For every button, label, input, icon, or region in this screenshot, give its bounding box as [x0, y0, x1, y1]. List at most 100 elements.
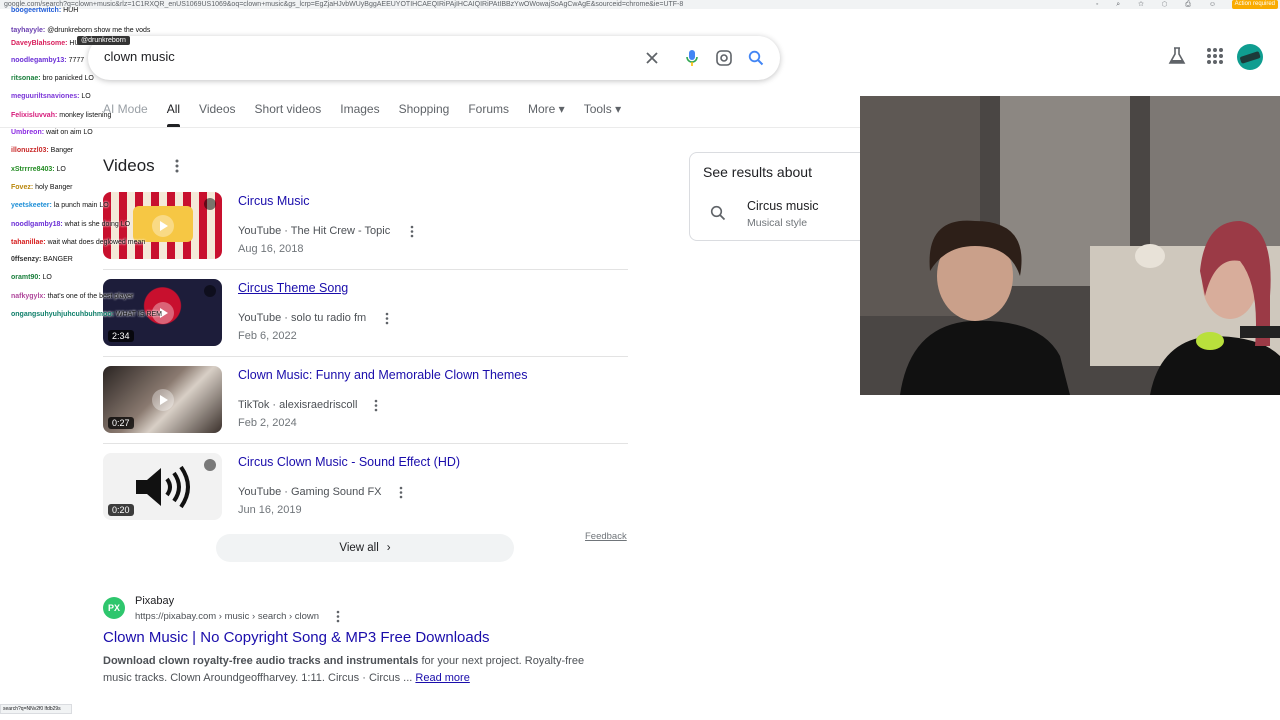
chat-username: boogeertwitch: [11, 7, 62, 14]
stream-chat-overlay: boogeertwitch: HUH tayhayyle: @drunkrebor… [0, 0, 170, 330]
result-snippet: Download clown royalty-free audio tracks… [103, 653, 613, 687]
chat-message: boogeertwitch: HUH [11, 7, 78, 14]
view-all-label: View all [339, 542, 379, 554]
chat-text: bro panicked LO [40, 75, 94, 82]
video-title[interactable]: Circus Music [238, 194, 310, 208]
tab-forums[interactable]: Forums [468, 102, 509, 128]
more-options-icon[interactable] [373, 399, 379, 412]
webcam-scene [860, 96, 1280, 395]
video-thumbnail[interactable]: 0:27 [103, 366, 222, 433]
chat-username: xStrrrre8403: [11, 166, 55, 173]
divider [103, 443, 628, 444]
search-tabs: AI Mode All Videos Short videos Images S… [103, 102, 640, 128]
chat-message: nafkygylx: that's one of the best player [11, 293, 133, 300]
chat-message: oramt90: LO [11, 274, 52, 281]
lens-icon[interactable] [712, 46, 736, 70]
chat-text: WHAT IS REM [114, 311, 163, 318]
see-results-about-panel: See results about Circus music Musical s… [689, 152, 879, 241]
chat-text: LO [40, 274, 52, 281]
chat-message: Fovez: holy Banger [11, 184, 72, 191]
chat-message: ongangsuhyuhjuhcuhbuhmoo: WHAT IS REM [11, 311, 162, 318]
chat-username: ritsonae: [11, 75, 41, 82]
read-more-link[interactable]: Read more [415, 672, 469, 684]
more-options-icon[interactable] [398, 486, 404, 499]
tab-videos[interactable]: Videos [199, 102, 235, 128]
clear-icon[interactable] [640, 46, 664, 70]
panel-item-title[interactable]: Circus music [747, 199, 819, 213]
snippet-bold: Download clown royalty-free audio tracks… [103, 655, 419, 667]
mic-icon[interactable] [680, 46, 704, 70]
video-duration: 0:27 [108, 417, 134, 429]
tab-more-label: More [527, 102, 556, 116]
apps-grid-icon[interactable] [1205, 46, 1225, 66]
chat-username: ongangsuhyuhjuhcuhbuhmoo: [11, 311, 115, 318]
chat-text: what is she doing LO [62, 221, 131, 228]
chat-username: tahanillae: [11, 239, 46, 246]
chat-message: illonuzzl03: Banger [11, 147, 73, 154]
chat-text: monkey listening [57, 112, 112, 119]
video-title[interactable]: Circus Clown Music - Sound Effect (HD) [238, 455, 460, 469]
tab-tools-label: Tools [583, 102, 612, 116]
feedback-link[interactable]: Feedback [585, 531, 627, 542]
video-title[interactable]: Clown Music: Funny and Memorable Clown T… [238, 368, 527, 382]
video-source: YouTube · solo tu radio fm [238, 312, 367, 324]
video-thumbnail[interactable]: 0:20 [103, 453, 222, 520]
video-source: YouTube · Gaming Sound FX [238, 486, 382, 498]
chat-text: LO [54, 166, 66, 173]
video-result[interactable]: 0:27 Clown Music: Funny and Memorable Cl… [103, 366, 628, 453]
chat-username: tayhayyle: [11, 27, 46, 34]
video-title[interactable]: Circus Theme Song [238, 281, 348, 295]
search-icon [710, 205, 726, 221]
chat-message: noodlgamby18: what is she doing LO [11, 221, 130, 228]
video-result[interactable]: Circus Music YouTube · The Hit Crew - To… [103, 192, 628, 279]
more-options-icon[interactable] [335, 610, 341, 623]
chat-username: nafkygylx: [11, 293, 46, 300]
video-source: YouTube · The Hit Crew - Topic [238, 225, 391, 237]
tab-tools[interactable]: Tools ▾ [584, 102, 621, 128]
tab-short-videos[interactable]: Short videos [255, 102, 322, 128]
chat-message: yeetskeeter: la punch main LO [11, 202, 109, 209]
video-date: Feb 6, 2022 [238, 330, 297, 342]
browser-url-bar[interactable]: google.com/search?q=clown+music&rlz=1C1R… [0, 0, 1280, 9]
search-box[interactable]: clown music [88, 36, 780, 80]
chat-username: Umbreon: [11, 129, 45, 136]
chat-text: BANGER [41, 256, 73, 263]
play-icon[interactable] [151, 388, 174, 411]
more-options-icon[interactable] [172, 158, 182, 174]
chat-message: Felixisluvvah: monkey listening [11, 112, 111, 119]
site-favicon[interactable]: PX [103, 597, 125, 619]
chat-username: noodlgamby18: [11, 221, 63, 228]
more-options-icon[interactable] [384, 312, 390, 325]
divider [103, 269, 628, 270]
status-bar: search?q=NNv2f0 lfdb29s [0, 704, 72, 714]
expand-icon[interactable] [204, 285, 216, 297]
result-url[interactable]: https://pixabay.com › music › search › c… [135, 611, 319, 622]
tab-more[interactable]: More ▾ [528, 102, 565, 128]
chat-username: meguuriltsnaviones: [11, 93, 80, 100]
view-all-button[interactable]: View all › [216, 534, 514, 562]
video-result[interactable]: 0:20 Circus Clown Music - Sound Effect (… [103, 453, 628, 540]
chevron-right-icon: › [386, 542, 391, 554]
chat-text: LO [79, 93, 91, 100]
expand-icon[interactable] [204, 459, 216, 471]
chat-username: DaveyBlahsome: [11, 40, 68, 47]
speaker-icon [136, 465, 190, 509]
toolbar-icons[interactable]: ◦ ⌕ ☆ ⬡ ⎙ ☺ [1096, 0, 1224, 9]
video-result[interactable]: 2:34 Circus Theme Song YouTube · solo tu… [103, 279, 628, 366]
more-options-icon[interactable] [409, 225, 415, 238]
tab-images[interactable]: Images [340, 102, 379, 128]
chevron-down-icon: ▾ [615, 102, 622, 116]
tab-shopping[interactable]: Shopping [399, 102, 450, 128]
labs-flask-icon[interactable] [1166, 45, 1188, 67]
result-title[interactable]: Clown Music | No Copyright Song & MP3 Fr… [103, 629, 490, 646]
chat-text: la punch main LO [51, 202, 109, 209]
avatar[interactable] [1237, 44, 1263, 70]
chat-mention-tag: @drunkreborn [77, 36, 130, 45]
search-icon[interactable] [744, 46, 768, 70]
expand-icon[interactable] [204, 198, 216, 210]
chat-text: 7777 [66, 57, 85, 64]
chat-message: 0ffsenzy: BANGER [11, 256, 73, 263]
result-site-name[interactable]: Pixabay [135, 595, 174, 607]
chevron-down-icon: ▾ [558, 102, 565, 116]
action-required-button[interactable]: Action required [1231, 0, 1278, 9]
